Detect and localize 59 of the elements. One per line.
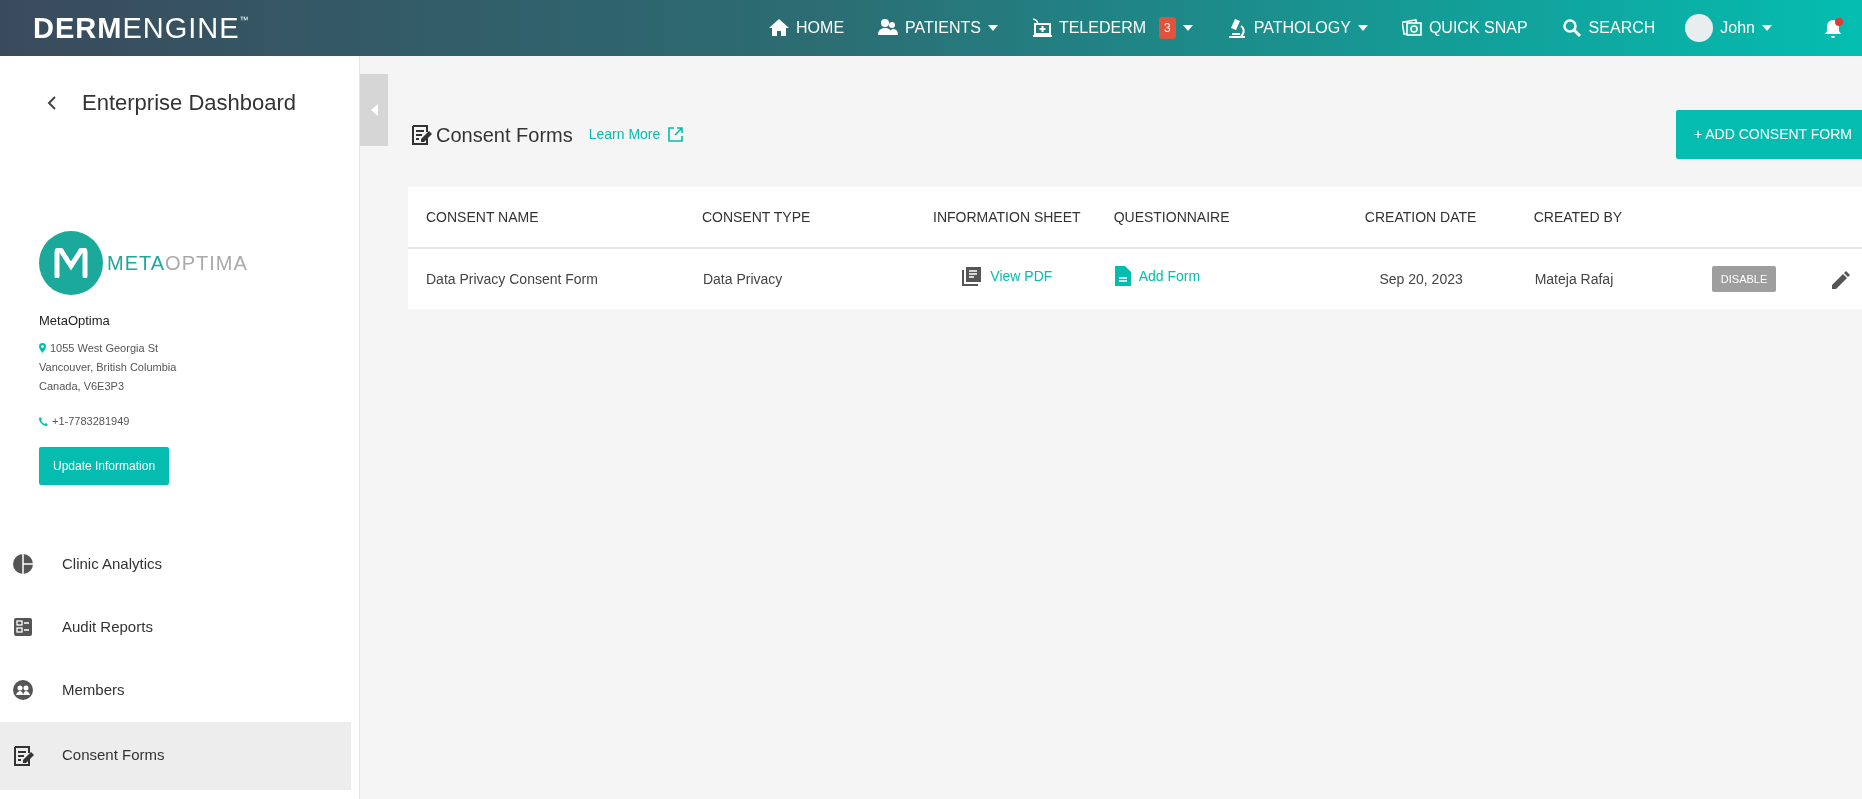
disable-button[interactable]: DISABLE: [1711, 265, 1777, 293]
form-edit-icon: [12, 744, 34, 767]
laptop-plus-icon: [1031, 18, 1052, 38]
brand-logo[interactable]: DERMENGINE$^{™}$: [33, 13, 250, 43]
column-header: CONSENT NAME: [408, 187, 702, 248]
form-edit-icon: [410, 123, 432, 146]
add-form-link[interactable]: Add Form: [1114, 265, 1201, 287]
nav-link[interactable]: PATIENTS: [878, 16, 998, 40]
add-consent-form-button[interactable]: + ADD CONSENT FORM: [1675, 110, 1862, 159]
members-icon: [12, 679, 34, 701]
avatar-placeholder: [1685, 14, 1714, 42]
update-information-button[interactable]: Update Information: [39, 446, 170, 485]
nav-link[interactable]: QUICK SNAP: [1401, 16, 1528, 40]
sidebar-item[interactable]: Clinic Analytics: [0, 532, 351, 596]
learn-more-link[interactable]: Learn More: [588, 124, 684, 145]
column-header: CONSENT TYPE: [701, 187, 901, 248]
column-header: CREATED BY: [1533, 187, 1711, 248]
map-pin-icon: [39, 343, 46, 353]
photos-icon: [1401, 18, 1422, 38]
edit-button[interactable]: [1831, 268, 1850, 290]
pdf-file-icon: [962, 266, 983, 287]
user-menu[interactable]: John: [1685, 14, 1772, 42]
users-icon: [878, 18, 899, 38]
pie-chart-icon: [12, 553, 34, 575]
address-line: 1055 West Georgia St: [50, 340, 159, 356]
search-icon: [1561, 18, 1582, 38]
column-header: CREATION DATE: [1308, 187, 1534, 248]
phone-icon: [39, 416, 48, 426]
report-icon: [12, 616, 34, 638]
pencil-icon: [1831, 270, 1850, 289]
table-cell: Data Privacy: [702, 270, 783, 287]
m-letter-icon: [54, 248, 88, 278]
table-cell: Sep 20, 2023: [1379, 270, 1463, 287]
sidebar-title: Enterprise Dashboard: [82, 89, 296, 117]
table-cell: Mateja Rafaj: [1534, 270, 1614, 287]
bell-icon[interactable]: [1824, 18, 1844, 38]
document-icon: [1114, 266, 1131, 287]
phone-number: +1-7783281949: [52, 413, 130, 429]
nav-link[interactable]: SEARCH: [1561, 16, 1656, 40]
sidebar-item[interactable]: Audit Reports: [0, 595, 351, 659]
external-link-icon: [668, 127, 684, 142]
column-header: INFORMATION SHEET: [901, 187, 1114, 248]
sidebar-item[interactable]: Members: [0, 658, 351, 722]
address-line: Vancouver, British Columbia: [39, 359, 177, 375]
view-pdf-link[interactable]: View PDF: [962, 265, 1053, 287]
nav-link[interactable]: TELEDERM 3: [1031, 16, 1193, 40]
page-title: Consent Forms: [436, 122, 573, 148]
organization-name: MetaOptima: [39, 312, 111, 330]
address-line: Canada, V6E3P3: [39, 378, 124, 394]
home-icon: [769, 18, 790, 38]
caret-left-icon: [370, 104, 378, 116]
notification-badge: 3: [1159, 17, 1176, 39]
sidebar-item[interactable]: Consent Forms: [0, 721, 351, 790]
table-cell: Data Privacy Consent Form: [426, 270, 598, 287]
nav-link[interactable]: PATHOLOGY: [1226, 16, 1368, 40]
logo-text: METAOPTIMA: [107, 251, 248, 276]
nav-link[interactable]: HOME: [769, 16, 845, 40]
microscope-icon: [1226, 18, 1247, 38]
column-header: QUESTIONNAIRE: [1113, 187, 1309, 248]
